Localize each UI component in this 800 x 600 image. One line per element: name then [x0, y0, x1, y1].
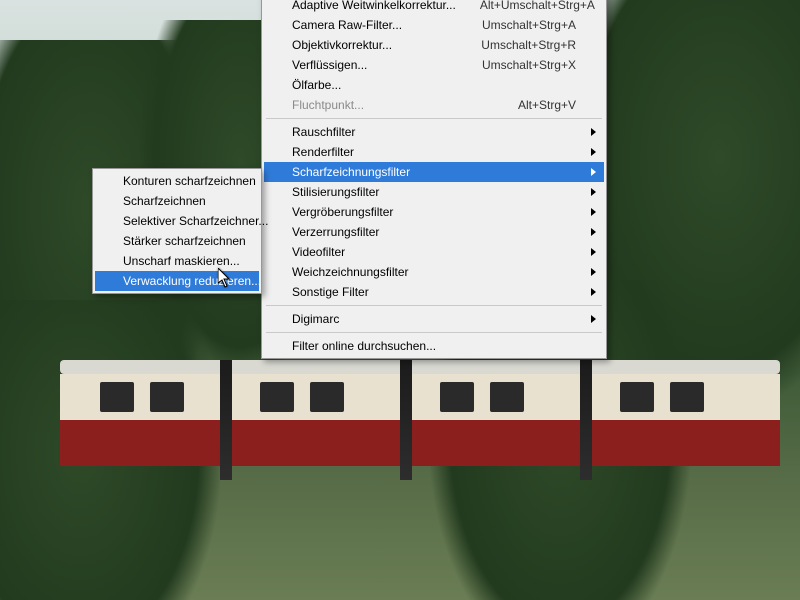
menu-item-shortcut: Umschalt+Strg+A	[458, 18, 576, 32]
menu-item-label: Verflüssigen...	[292, 58, 458, 72]
submenu-arrow-icon	[591, 268, 596, 276]
filter-menu[interactable]: Adaptive Weitwinkelkorrektur...Alt+Umsch…	[261, 0, 607, 359]
filter-menu-item-adaptive-weitwinkelkorrektur[interactable]: Adaptive Weitwinkelkorrektur...Alt+Umsch…	[264, 0, 604, 15]
filter-menu-item-digimarc[interactable]: Digimarc	[264, 309, 604, 329]
filter-menu-item-renderfilter[interactable]: Renderfilter	[264, 142, 604, 162]
filter-menu-item-videofilter[interactable]: Videofilter	[264, 242, 604, 262]
menu-item-shortcut: Alt+Umschalt+Strg+A	[456, 0, 595, 12]
bg-train	[0, 360, 800, 480]
menu-item-label: Verwacklung reduzieren...	[123, 274, 261, 288]
menu-item-label: Scharfzeichnen	[123, 194, 231, 208]
menu-item-label: Scharfzeichnungsfilter	[292, 165, 576, 179]
menu-item-label: Ölfarbe...	[292, 78, 576, 92]
sharpen-submenu-item-konturen-scharfzeichnen[interactable]: Konturen scharfzeichnen	[95, 171, 259, 191]
menu-item-label: Weichzeichnungsfilter	[292, 265, 576, 279]
filter-menu-item-camera-raw-filter[interactable]: Camera Raw-Filter...Umschalt+Strg+A	[264, 15, 604, 35]
menu-item-label: Unscharf maskieren...	[123, 254, 240, 268]
submenu-arrow-icon	[591, 288, 596, 296]
menu-item-label: Verzerrungsfilter	[292, 225, 576, 239]
filter-menu-separator	[266, 118, 602, 119]
menu-item-label: Konturen scharfzeichnen	[123, 174, 256, 188]
filter-menu-item-stilisierungsfilter[interactable]: Stilisierungsfilter	[264, 182, 604, 202]
sharpen-submenu-item-scharfzeichnen[interactable]: Scharfzeichnen	[95, 191, 259, 211]
menu-item-label: Stilisierungsfilter	[292, 185, 576, 199]
sharpen-submenu-item-selektiver-scharfzeichner[interactable]: Selektiver Scharfzeichner...	[95, 211, 259, 231]
filter-menu-item-fluchtpunkt: Fluchtpunkt...Alt+Strg+V	[264, 95, 604, 115]
menu-item-label: Renderfilter	[292, 145, 576, 159]
menu-item-label: Selektiver Scharfzeichner...	[123, 214, 268, 228]
submenu-arrow-icon	[591, 315, 596, 323]
filter-menu-item-weichzeichnungsfilter[interactable]: Weichzeichnungsfilter	[264, 262, 604, 282]
sharpen-submenu-item-st-rker-scharfzeichnen[interactable]: Stärker scharfzeichnen	[95, 231, 259, 251]
filter-menu-item-vergr-berungsfilter[interactable]: Vergröberungsfilter	[264, 202, 604, 222]
menu-item-shortcut: Umschalt+Strg+X	[458, 58, 576, 72]
filter-menu-separator	[266, 305, 602, 306]
filter-menu-item-scharfzeichnungsfilter[interactable]: Scharfzeichnungsfilter	[264, 162, 604, 182]
submenu-arrow-icon	[591, 248, 596, 256]
filter-menu-separator	[266, 332, 602, 333]
image-canvas[interactable]: Adaptive Weitwinkelkorrektur...Alt+Umsch…	[0, 0, 800, 600]
sharpen-submenu-item-verwacklung-reduzieren[interactable]: Verwacklung reduzieren...	[95, 271, 259, 291]
filter-menu-item-objektivkorrektur[interactable]: Objektivkorrektur...Umschalt+Strg+R	[264, 35, 604, 55]
menu-item-label: Digimarc	[292, 312, 576, 326]
menu-item-label: Adaptive Weitwinkelkorrektur...	[292, 0, 456, 12]
filter-menu-item-verzerrungsfilter[interactable]: Verzerrungsfilter	[264, 222, 604, 242]
submenu-arrow-icon	[591, 148, 596, 156]
menu-item-label: Stärker scharfzeichnen	[123, 234, 246, 248]
menu-item-label: Fluchtpunkt...	[292, 98, 494, 112]
menu-item-shortcut: Alt+Strg+V	[494, 98, 576, 112]
menu-item-label: Vergröberungsfilter	[292, 205, 576, 219]
submenu-arrow-icon	[591, 128, 596, 136]
submenu-arrow-icon	[591, 168, 596, 176]
submenu-arrow-icon	[591, 228, 596, 236]
filter-menu-item-verfl-ssigen[interactable]: Verflüssigen...Umschalt+Strg+X	[264, 55, 604, 75]
sharpen-submenu[interactable]: Konturen scharfzeichnen Scharfzeichnen Sel…	[92, 168, 262, 294]
submenu-arrow-icon	[591, 208, 596, 216]
filter-menu-item-filter-online-durchsuchen[interactable]: Filter online durchsuchen...	[264, 336, 604, 356]
filter-menu-item-lfarbe[interactable]: Ölfarbe...	[264, 75, 604, 95]
sharpen-submenu-item-unscharf-maskieren[interactable]: Unscharf maskieren...	[95, 251, 259, 271]
menu-item-label: Objektivkorrektur...	[292, 38, 457, 52]
menu-item-label: Rauschfilter	[292, 125, 576, 139]
menu-item-label: Camera Raw-Filter...	[292, 18, 458, 32]
menu-item-shortcut: Umschalt+Strg+R	[457, 38, 576, 52]
filter-menu-item-rauschfilter[interactable]: Rauschfilter	[264, 122, 604, 142]
filter-menu-item-sonstige-filter[interactable]: Sonstige Filter	[264, 282, 604, 302]
menu-item-label: Sonstige Filter	[292, 285, 576, 299]
menu-item-label: Videofilter	[292, 245, 576, 259]
submenu-arrow-icon	[591, 188, 596, 196]
menu-item-label: Filter online durchsuchen...	[292, 339, 576, 353]
